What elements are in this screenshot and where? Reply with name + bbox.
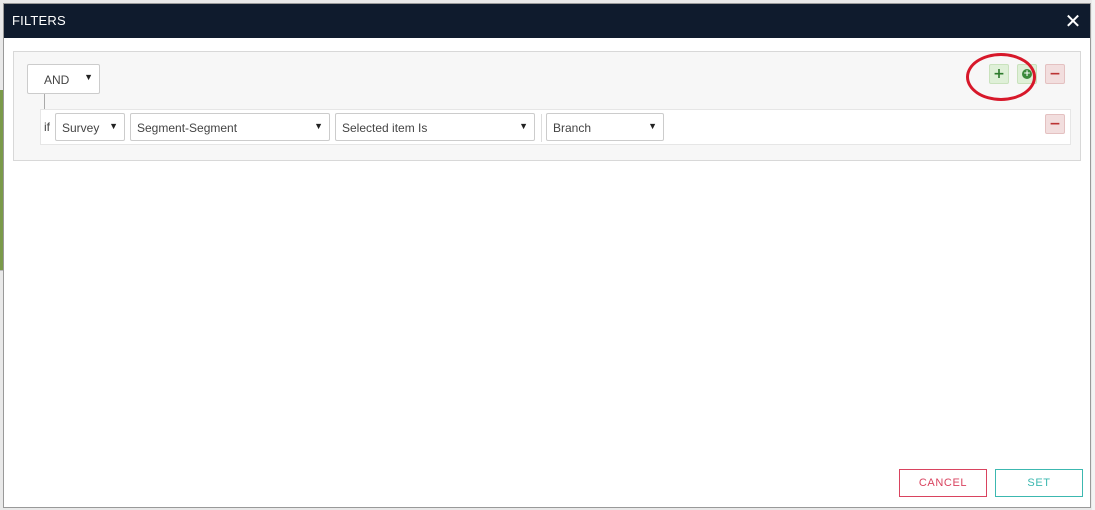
rule-field-value: Segment-Segment (137, 121, 238, 135)
modal-title: FILTERS (12, 13, 66, 28)
delete-group-button[interactable]: − (1045, 64, 1065, 84)
chevron-down-icon: ▼ (648, 121, 657, 131)
rule-source-select[interactable]: Survey ▼ (55, 113, 125, 141)
plus-circle-icon: + (1022, 69, 1032, 79)
set-button[interactable]: SET (995, 469, 1083, 497)
minus-icon: − (1049, 116, 1061, 132)
rule-operator-select[interactable]: Selected item Is ▼ (335, 113, 535, 141)
rule-value-select[interactable]: Branch ▼ (546, 113, 664, 141)
minus-icon: − (1049, 66, 1061, 82)
filter-group: AND ▼ + + − if Survey ▼ Segment-Segment … (13, 51, 1081, 161)
chevron-down-icon: ▼ (84, 72, 93, 82)
cancel-button[interactable]: CANCEL (899, 469, 987, 497)
add-group-button[interactable]: + (1017, 64, 1037, 84)
group-operator-value: AND (44, 73, 70, 87)
plus-icon: + (993, 66, 1005, 82)
if-label: if (44, 120, 50, 134)
delete-rule-button[interactable]: − (1045, 114, 1065, 134)
rule-field-select[interactable]: Segment-Segment ▼ (130, 113, 330, 141)
filters-modal: FILTERS ✕ AND ▼ + + − if Survey ▼ Segmen… (3, 3, 1091, 508)
chevron-down-icon: ▼ (314, 121, 323, 131)
rule-value-divider (541, 114, 542, 142)
rule-operator-value: Selected item Is (342, 121, 428, 135)
chevron-down-icon: ▼ (519, 121, 528, 131)
modal-header: FILTERS ✕ (4, 4, 1090, 38)
group-operator-select[interactable]: AND ▼ (27, 64, 100, 94)
chevron-down-icon: ▼ (109, 121, 118, 131)
rule-source-value: Survey (62, 121, 100, 135)
filter-rule-row: if Survey ▼ Segment-Segment ▼ Selected i… (40, 109, 1071, 145)
close-icon[interactable]: ✕ (1062, 10, 1084, 32)
add-rule-button[interactable]: + (989, 64, 1009, 84)
rule-value-value: Branch (553, 121, 592, 135)
